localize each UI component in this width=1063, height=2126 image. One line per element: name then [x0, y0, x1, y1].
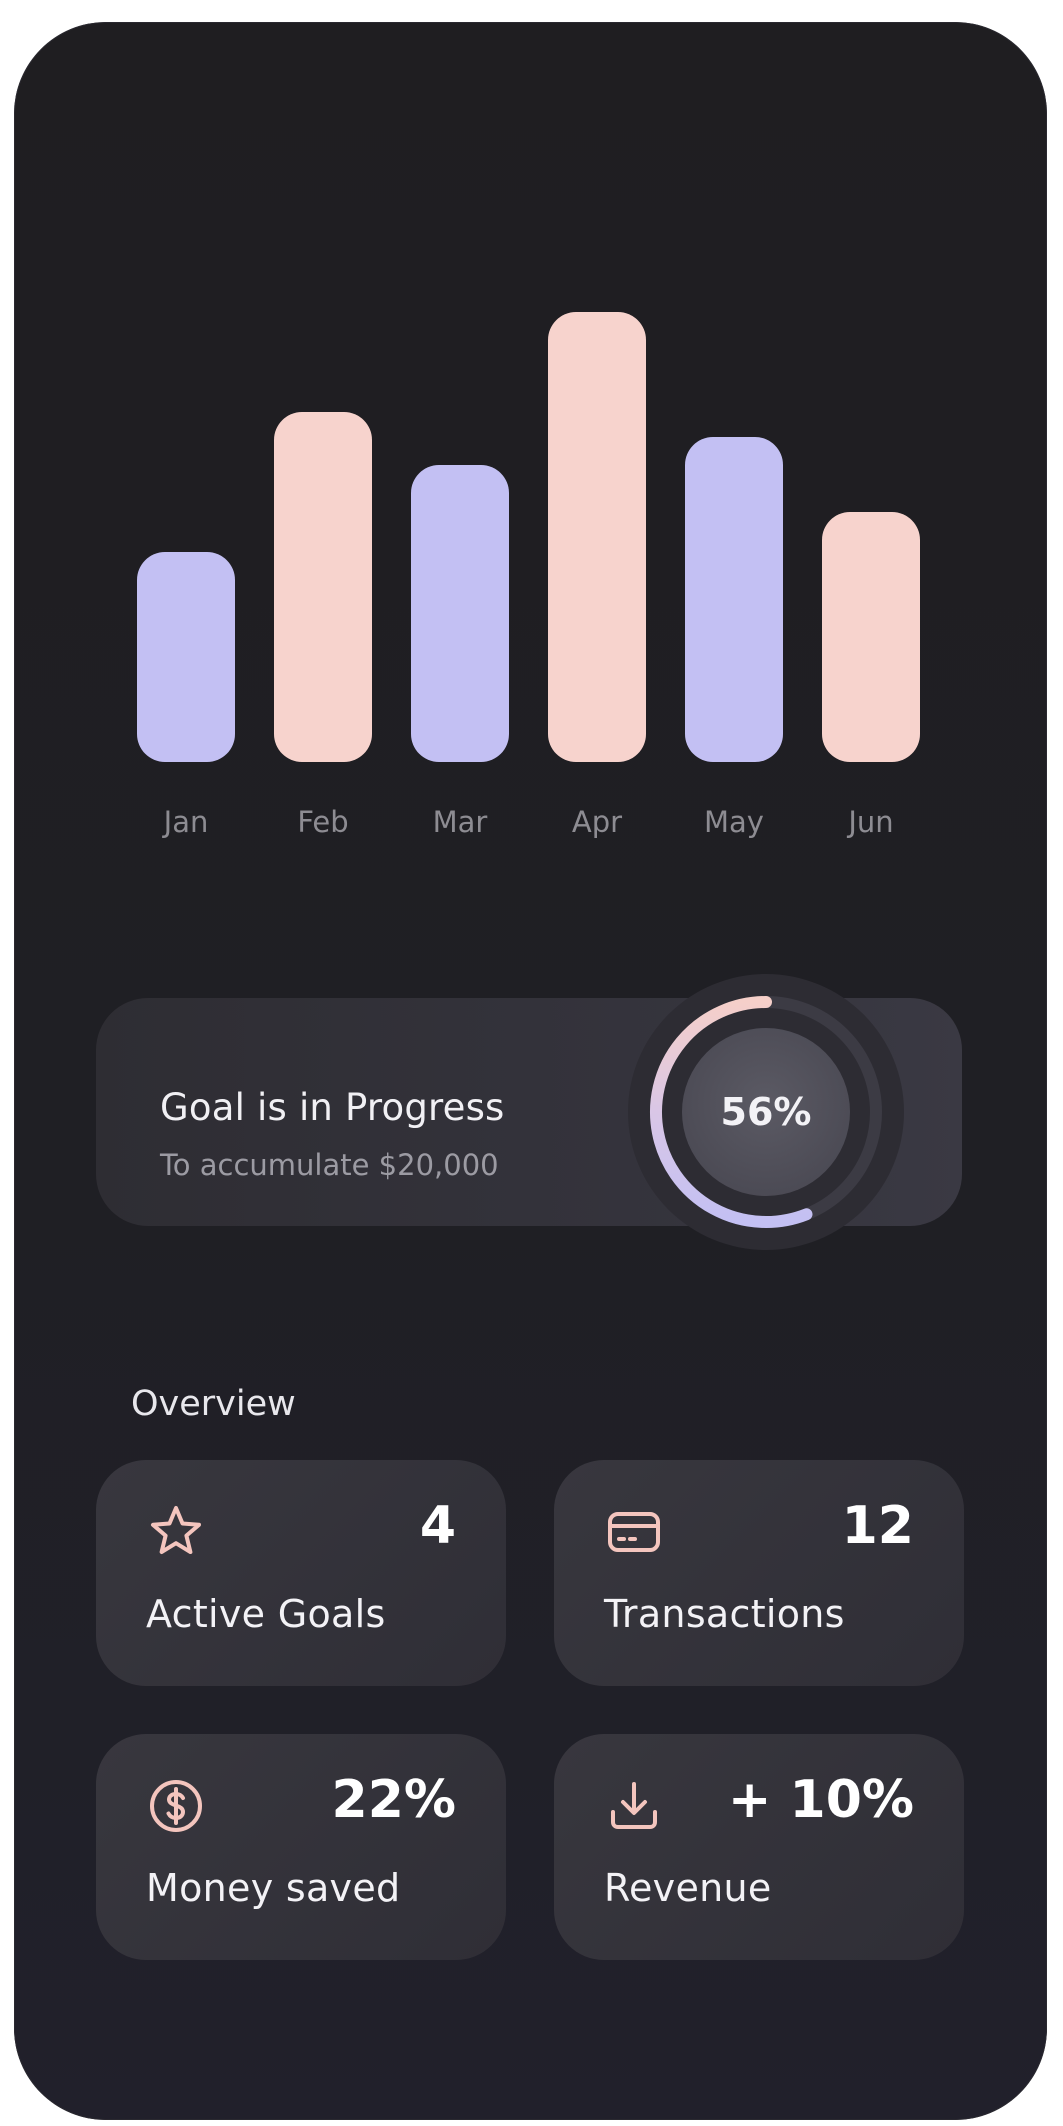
- stat-card-money-saved[interactable]: 22% Money saved: [96, 1734, 506, 1960]
- stat-label: Transactions: [604, 1592, 845, 1636]
- x-tick-label: Feb: [297, 805, 348, 839]
- stat-value: 22%: [331, 1770, 456, 1830]
- goal-title: Goal is in Progress: [160, 1086, 505, 1129]
- star-icon: [151, 1506, 201, 1554]
- bar-mar[interactable]: [411, 465, 509, 762]
- x-tick-label: May: [704, 805, 764, 839]
- monthly-bar-chart: Jan Feb Mar Apr May Jun: [14, 22, 1047, 902]
- goal-progress-value: 56%: [720, 1090, 812, 1134]
- bar-apr[interactable]: [548, 312, 646, 762]
- bar-jan[interactable]: [137, 552, 235, 762]
- stat-label: Money saved: [146, 1866, 401, 1910]
- stat-label: Revenue: [604, 1866, 772, 1910]
- bar-jun[interactable]: [822, 512, 920, 762]
- x-tick-label: Jan: [162, 805, 209, 839]
- stat-value: 12: [841, 1496, 914, 1556]
- dollar-circle-icon: [150, 1780, 202, 1832]
- stat-value: + 10%: [727, 1770, 914, 1830]
- overview-heading: Overview: [131, 1384, 296, 1424]
- stat-label: Active Goals: [146, 1592, 386, 1636]
- credit-card-icon: [608, 1512, 660, 1552]
- bar-feb[interactable]: [274, 412, 372, 762]
- goal-progress-ring: 56%: [626, 972, 906, 1252]
- bar-may[interactable]: [685, 437, 783, 762]
- stat-card-active-goals[interactable]: 4 Active Goals: [96, 1460, 506, 1686]
- download-icon: [611, 1782, 657, 1829]
- goal-subtitle: To accumulate $20,000: [160, 1148, 499, 1182]
- x-tick-label: Jun: [846, 805, 893, 839]
- bar-chart-canvas: Jan Feb Mar Apr May Jun: [137, 312, 920, 839]
- x-tick-label: Apr: [572, 805, 622, 839]
- phone-frame: Jan Feb Mar Apr May Jun Goal is in Progress T…: [14, 22, 1047, 2120]
- stat-card-revenue[interactable]: + 10% Revenue: [554, 1734, 964, 1960]
- stat-card-transactions[interactable]: 12 Transactions: [554, 1460, 964, 1686]
- stat-value: 4: [419, 1496, 456, 1556]
- x-tick-label: Mar: [433, 805, 488, 839]
